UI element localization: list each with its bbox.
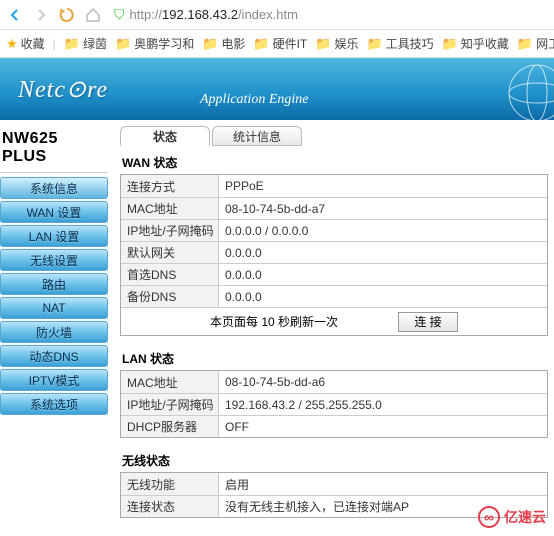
row-value: 192.168.43.2 / 255.255.255.0 (219, 394, 547, 415)
row-label: MAC地址 (121, 198, 219, 219)
folder-icon: 📁 (115, 36, 131, 52)
bookmark-item[interactable]: 📁娱乐 (315, 35, 358, 52)
bookmark-item[interactable]: 📁网工 (517, 35, 554, 52)
refresh-note: 本页面每 10 秒刷新一次 (210, 313, 338, 330)
row-value: 0.0.0.0 (219, 242, 547, 263)
wan-panel: 连接方式PPPoE MAC地址08-10-74-5b-dd-a7 IP地址/子网… (120, 174, 548, 336)
row-value: 0.0.0.0 (219, 264, 547, 285)
folder-icon: 📁 (517, 36, 533, 52)
bookmark-item[interactable]: 📁知乎收藏 (442, 35, 509, 52)
bookmark-item[interactable]: 📁工具技巧 (366, 35, 433, 52)
row-value: 启用 (219, 473, 547, 495)
home-icon[interactable] (84, 6, 102, 24)
folder-icon: 📁 (315, 36, 331, 52)
row-value: OFF (219, 416, 547, 437)
row-value: 0.0.0.0 (219, 286, 547, 307)
favorites-button[interactable]: ★收藏 (6, 35, 45, 52)
folder-icon: 📁 (202, 36, 218, 52)
brand-logo: Netc⊙re (18, 75, 108, 104)
sidebar-item-lan[interactable]: LAN 设置 (0, 225, 108, 247)
device-model: NW625 PLUS (0, 128, 108, 173)
folder-icon: 📁 (64, 36, 80, 52)
connect-button[interactable]: 连 接 (398, 312, 458, 332)
address-bar[interactable]: ⛉ http://192.168.43.2/index.htm (114, 6, 298, 23)
star-icon: ★ (6, 36, 18, 52)
row-label: MAC地址 (121, 371, 219, 393)
sidebar-item-iptv[interactable]: IPTV模式 (0, 369, 108, 391)
bookmark-item[interactable]: 📁绿茵 (64, 35, 107, 52)
wlan-section-title: 无线状态 (120, 446, 548, 472)
row-label: IP地址/子网掩码 (121, 394, 219, 415)
bookmark-item[interactable]: 📁硬件IT (253, 35, 307, 52)
row-label: IP地址/子网掩码 (121, 220, 219, 241)
folder-icon: 📁 (253, 36, 269, 52)
bookmark-item[interactable]: 📁奥鹏学习和 (115, 35, 194, 52)
row-label: 无线功能 (121, 473, 219, 495)
url-text: http://192.168.43.2/index.htm (130, 7, 298, 22)
wan-section-title: WAN 状态 (120, 148, 548, 174)
sidebar-item-wan[interactable]: WAN 设置 (0, 201, 108, 223)
brand-tagline: Application Engine (200, 92, 308, 108)
row-value: 0.0.0.0 / 0.0.0.0 (219, 220, 547, 241)
sidebar-item-wireless[interactable]: 无线设置 (0, 249, 108, 271)
row-value: 08-10-74-5b-dd-a6 (219, 371, 547, 393)
back-icon[interactable] (6, 6, 24, 24)
row-label: 连接方式 (121, 175, 219, 197)
infinity-icon: ∞ (478, 506, 500, 528)
row-value: PPPoE (219, 175, 547, 197)
shield-icon: ⛉ (114, 6, 125, 23)
row-label: DHCP服务器 (121, 416, 219, 437)
forward-icon[interactable] (32, 6, 50, 24)
row-label: 备份DNS (121, 286, 219, 307)
sidebar-item-ddns[interactable]: 动态DNS (0, 345, 108, 367)
sidebar-item-nat[interactable]: NAT (0, 297, 108, 319)
lan-section-title: LAN 状态 (120, 344, 548, 370)
globe-icon (492, 58, 554, 120)
row-label: 首选DNS (121, 264, 219, 285)
sidebar-item-firewall[interactable]: 防火墙 (0, 321, 108, 343)
reload-icon[interactable] (58, 6, 76, 24)
tab-status[interactable]: 状态 (120, 126, 210, 146)
lan-panel: MAC地址08-10-74-5b-dd-a6 IP地址/子网掩码192.168.… (120, 370, 548, 438)
watermark: ∞ 亿速云 (478, 506, 546, 528)
sidebar-item-options[interactable]: 系统选项 (0, 393, 108, 415)
sidebar-item-system-info[interactable]: 系统信息 (0, 177, 108, 199)
bookmark-item[interactable]: 📁电影 (202, 35, 245, 52)
row-label: 默认网关 (121, 242, 219, 263)
sidebar-item-route[interactable]: 路由 (0, 273, 108, 295)
tab-stats[interactable]: 统计信息 (212, 126, 302, 146)
row-label: 连接状态 (121, 496, 219, 517)
folder-icon: 📁 (442, 36, 458, 52)
row-value: 08-10-74-5b-dd-a7 (219, 198, 547, 219)
app-header: Netc⊙re Application Engine (0, 58, 554, 120)
folder-icon: 📁 (366, 36, 382, 52)
